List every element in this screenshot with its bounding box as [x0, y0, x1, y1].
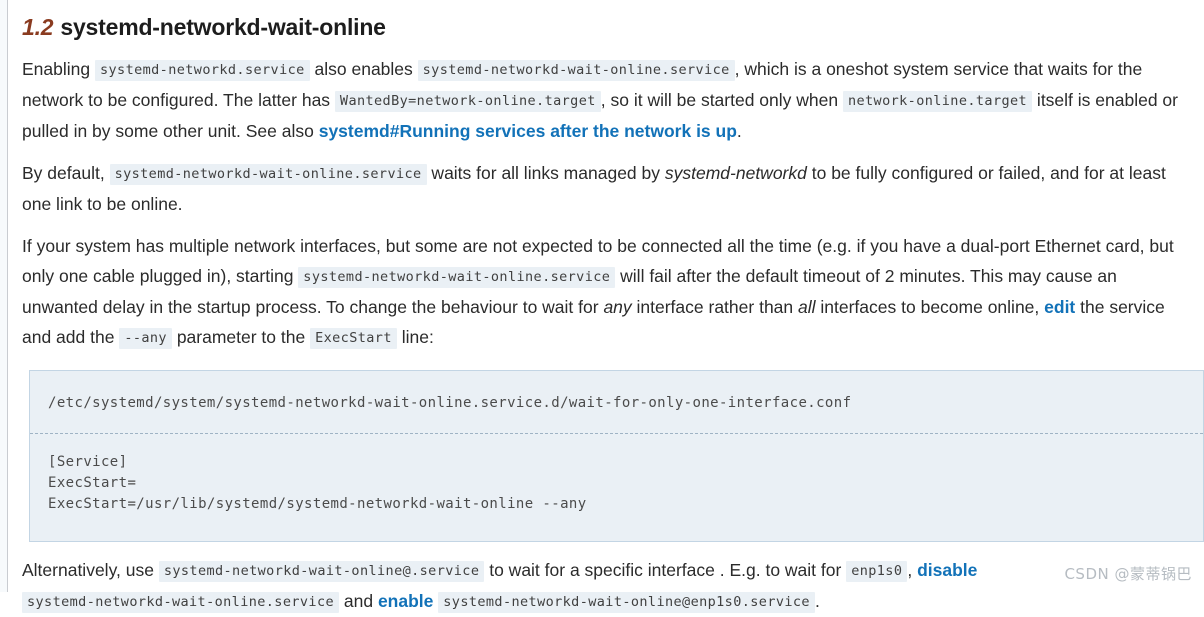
p4-text-5: and	[339, 591, 378, 611]
code-systemd-networkd-service: systemd-networkd.service	[94, 60, 310, 81]
code-wait-online-service-3: systemd-networkd-wait-online.service	[298, 267, 616, 288]
p1-text-4: , so it will be started only when	[600, 90, 843, 110]
code-block-content: [Service] ExecStart= ExecStart=/usr/lib/…	[48, 454, 587, 512]
p1-text-6: .	[736, 121, 742, 141]
section-title-text: systemd-networkd-wait-online	[60, 14, 386, 40]
code-enp1s0: enp1s0	[846, 561, 908, 582]
paragraph-multiple-interfaces: If your system has multiple network inte…	[8, 219, 1204, 353]
code-block: /etc/systemd/system/systemd-networkd-wai…	[29, 370, 1204, 542]
p1-text-1: Enabling	[22, 59, 95, 79]
p3-text-3: interface rather than	[631, 297, 799, 317]
code-wantedby-network-online-target: WantedBy=network-online.target	[334, 91, 601, 112]
p2-text-1: By default,	[22, 163, 110, 183]
code-wait-online-service-2: systemd-networkd-wait-online.service	[109, 164, 427, 185]
csdn-watermark: CSDN @蒙蒂锅巴	[1064, 565, 1192, 583]
emphasis-any: any	[603, 297, 632, 317]
p3-text-4: interfaces to become online,	[815, 297, 1045, 317]
emphasis-all: all	[798, 297, 816, 317]
article-content: 1.2 systemd-networkd-wait-online Enabling…	[8, 0, 1204, 613]
p1-text-2: also enables	[309, 59, 418, 79]
code-wait-online-service-4: systemd-networkd-wait-online.service	[22, 592, 339, 613]
p3-text-6: parameter to the	[171, 327, 311, 347]
section-number: 1.2	[22, 14, 54, 40]
paragraph-by-default: By default, systemd-networkd-wait-online…	[8, 146, 1204, 219]
code-any-flag: --any	[119, 328, 172, 349]
p3-text-7: line:	[396, 327, 434, 347]
emphasis-systemd-networkd: systemd-networkd	[664, 163, 807, 183]
link-disable[interactable]: disable	[917, 560, 977, 580]
paragraph-alternatively: Alternatively, use systemd-networkd-wait…	[8, 542, 1204, 617]
page-title: 1.2 systemd-networkd-wait-online	[8, 0, 1204, 42]
link-edit[interactable]: edit	[1044, 297, 1075, 317]
paragraph-enabling: Enabling systemd-networkd.service also e…	[8, 42, 1204, 146]
link-systemd-running-services[interactable]: systemd#Running services after the netwo…	[319, 121, 737, 141]
p4-text-7: .	[814, 591, 820, 611]
code-wait-online-enp1s0-service: systemd-networkd-wait-online@enp1s0.serv…	[438, 592, 815, 613]
p4-text-3: ,	[907, 560, 918, 580]
link-enable[interactable]: enable	[378, 591, 433, 611]
p4-text-1: Alternatively, use	[22, 560, 159, 580]
code-network-online-target: network-online.target	[842, 91, 1033, 112]
p2-text-2: waits for all links managed by	[426, 163, 665, 183]
code-block-filepath: /etc/systemd/system/systemd-networkd-wai…	[48, 395, 852, 411]
code-execstart: ExecStart	[310, 328, 397, 349]
p4-text-2: to wait for a specific interface . E.g. …	[484, 560, 847, 580]
code-wait-online-service: systemd-networkd-wait-online.service	[417, 60, 735, 81]
code-wait-online-template-service: systemd-networkd-wait-online@.service	[158, 561, 485, 582]
left-gutter	[0, 0, 7, 592]
